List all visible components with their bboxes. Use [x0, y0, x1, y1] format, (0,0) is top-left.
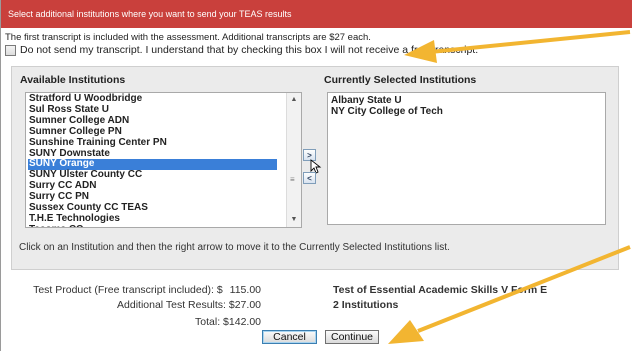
available-list-scrollbar[interactable]: ▲ ≡ ▼ — [286, 93, 301, 227]
additional-results-row: Additional Test Results: $27.00 — [117, 299, 261, 311]
scroll-up-icon[interactable]: ▲ — [287, 93, 301, 107]
available-institution-item[interactable]: Sumner College PN — [28, 126, 277, 138]
dialog-border — [0, 0, 1, 351]
available-institution-item[interactable]: Tacoma CC — [28, 224, 277, 227]
scroll-grip-icon[interactable]: ≡ — [290, 175, 295, 184]
product-price-value: 115.00 — [229, 284, 261, 296]
selected-institution-item[interactable]: Albany State U — [331, 95, 605, 106]
total-row: Total: $142.00 — [195, 316, 261, 328]
available-institution-item[interactable]: Sunshine Training Center PN — [28, 137, 277, 149]
dialog: Select additional institutions where you… — [0, 0, 632, 351]
scroll-down-icon[interactable]: ▼ — [287, 213, 301, 227]
annotation-arrow-icon — [404, 30, 631, 63]
selected-institution-item[interactable]: NY City College of Tech — [331, 106, 605, 117]
remove-institution-button[interactable]: < — [303, 172, 316, 184]
continue-button[interactable]: Continue — [325, 330, 379, 344]
available-institutions-list[interactable]: Stratford U Woodbridge Sul Ross State U Su… — [25, 92, 302, 228]
selected-institutions-list[interactable]: Albany State U NY City College of Tech — [327, 92, 606, 225]
available-title: Available Institutions — [20, 74, 126, 86]
institutions-panel: Available Institutions Currently Selecte… — [11, 66, 619, 270]
selected-title: Currently Selected Institutions — [324, 74, 477, 86]
optout-checkbox[interactable] — [5, 44, 16, 56]
transcript-info: The first transcript is included with th… — [5, 32, 371, 43]
dialog-header: Select additional institutions where you… — [1, 0, 632, 28]
product-price-label: Test Product (Free transcript included):… — [33, 284, 223, 296]
product-price-row: Test Product (Free transcript included):… — [33, 284, 261, 296]
annotation-arrow-icon — [388, 245, 631, 344]
cancel-button[interactable]: Cancel — [262, 330, 317, 344]
